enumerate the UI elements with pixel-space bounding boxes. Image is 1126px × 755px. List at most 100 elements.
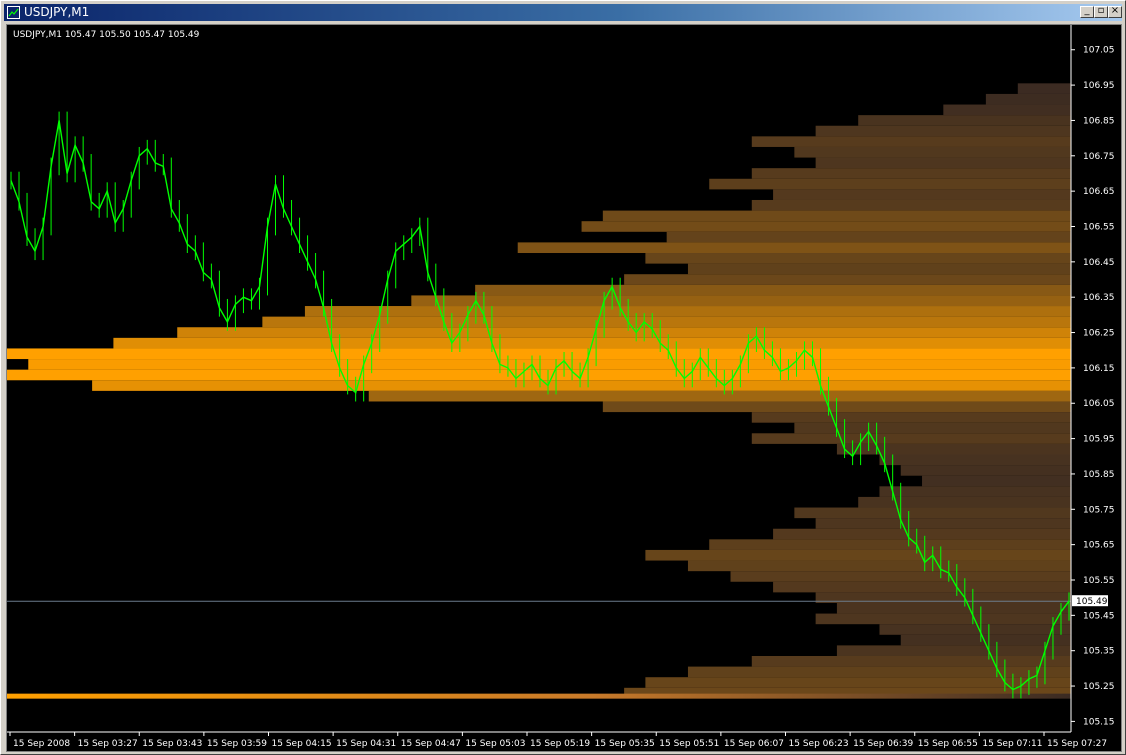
profile-bar bbox=[1017, 83, 1071, 94]
profile-bar bbox=[794, 146, 1071, 158]
profile-bar bbox=[794, 507, 1071, 519]
time-tick-label: 15 Sep 06:23 bbox=[789, 739, 849, 749]
price-tick-label: 105.45 bbox=[1083, 611, 1115, 621]
profile-bar bbox=[836, 602, 1071, 614]
profile-bar bbox=[581, 221, 1071, 232]
time-tick-label: 15 Sep 06:39 bbox=[853, 739, 913, 749]
profile-bar bbox=[922, 475, 1071, 487]
price-chart[interactable]: 107.05 106.95 106.85 106.75 106.65 106.55 106.… bbox=[7, 25, 1121, 751]
price-tick-label: 106.75 bbox=[1083, 152, 1115, 162]
profile-bar bbox=[879, 486, 1071, 497]
profile-bar bbox=[687, 560, 1071, 572]
profile-bar bbox=[645, 549, 1071, 561]
time-tick-label: 15 Sep 05:51 bbox=[659, 739, 719, 749]
profile-bar bbox=[709, 178, 1071, 190]
profile-bar bbox=[517, 242, 1071, 254]
title-bar[interactable]: USDJPY,M1 _ ▫ × bbox=[4, 4, 1122, 21]
profile-bar bbox=[879, 624, 1071, 635]
session-bar bbox=[7, 693, 1071, 699]
profile-bar bbox=[943, 104, 1071, 116]
profile-bar bbox=[815, 125, 1071, 137]
chart-info-line: USDJPY,M1 105.47 105.50 105.47 105.49 bbox=[13, 30, 200, 40]
price-tick-label: 105.35 bbox=[1083, 647, 1115, 657]
profile-bar bbox=[28, 359, 1071, 370]
time-tick-label: 15 Sep 06:07 bbox=[724, 739, 784, 749]
profile-bar bbox=[879, 454, 1071, 466]
profile-bar bbox=[900, 465, 1071, 476]
restore-icon: ▫ bbox=[1097, 5, 1105, 16]
price-tick-label: 106.65 bbox=[1083, 187, 1115, 197]
profile-bar bbox=[773, 528, 1071, 540]
profile-bar bbox=[858, 115, 1071, 126]
profile-bar bbox=[836, 443, 1071, 455]
price-tick-label: 105.95 bbox=[1083, 435, 1115, 445]
time-tick-label: 15 Sep 05:35 bbox=[595, 739, 655, 749]
profile-bar bbox=[645, 677, 1071, 688]
profile-bar bbox=[262, 316, 1071, 328]
profile-bar bbox=[858, 496, 1071, 508]
price-tick-label: 106.25 bbox=[1083, 329, 1115, 339]
maximize-button[interactable]: ▫ bbox=[1094, 5, 1108, 18]
profile-bar bbox=[411, 295, 1071, 307]
profile-bar bbox=[751, 199, 1071, 211]
price-tick-label: 106.85 bbox=[1083, 116, 1115, 126]
price-tick-label: 107.05 bbox=[1083, 46, 1115, 56]
price-tick-label: 105.55 bbox=[1083, 576, 1115, 586]
profile-bar bbox=[773, 581, 1071, 593]
profile-bar bbox=[304, 306, 1071, 317]
time-tick-label: 15 Sep 03:43 bbox=[142, 739, 202, 749]
minimize-button[interactable]: _ bbox=[1080, 5, 1094, 18]
price-tick-label: 105.65 bbox=[1083, 541, 1115, 551]
time-tick-label: 15 Sep 07:27 bbox=[1047, 739, 1107, 749]
time-tick-label: 15 Sep 04:31 bbox=[336, 739, 396, 749]
time-tick-label: 15 Sep 04:15 bbox=[272, 739, 332, 749]
profile-bar bbox=[709, 539, 1071, 550]
minimize-icon: _ bbox=[1084, 5, 1090, 16]
profile-bar bbox=[751, 433, 1071, 444]
profile-bar bbox=[815, 518, 1071, 529]
profile-bar bbox=[751, 655, 1071, 667]
profile-bar bbox=[602, 210, 1071, 222]
profile-bar bbox=[177, 327, 1072, 338]
time-tick-label: 15 Sep 04:47 bbox=[401, 739, 461, 749]
profile-bar bbox=[773, 189, 1071, 200]
close-button[interactable]: × bbox=[1108, 5, 1122, 18]
price-tick-label: 105.15 bbox=[1083, 717, 1115, 727]
profile-bar bbox=[7, 348, 1071, 360]
profile-bar bbox=[666, 231, 1071, 243]
current-price-badge: 105.49 bbox=[1072, 595, 1108, 607]
price-tick-label: 106.05 bbox=[1083, 399, 1115, 409]
profile-bar bbox=[645, 253, 1071, 264]
window-title: USDJPY,M1 bbox=[24, 5, 90, 19]
profile-bar bbox=[815, 613, 1071, 625]
time-tick-label: 15 Sep 05:19 bbox=[530, 739, 590, 749]
time-axis: 15 Sep 2008 15 Sep 03:27 15 Sep 03:43 15 Se… bbox=[9, 732, 1107, 749]
profile-bar bbox=[751, 136, 1071, 147]
chart-window: USDJPY,M1 _ ▫ × 107.05 106.95 106.85 106.75… bbox=[0, 0, 1126, 755]
price-tick-label: 105.25 bbox=[1083, 682, 1115, 692]
time-tick-label: 15 Sep 03:59 bbox=[207, 739, 267, 749]
current-price-label: 105.49 bbox=[1076, 597, 1108, 607]
profile-bar bbox=[7, 369, 1071, 381]
volume-profile bbox=[7, 83, 1072, 699]
profile-bar bbox=[836, 645, 1071, 656]
price-tick-label: 106.95 bbox=[1083, 81, 1115, 91]
price-tick-label: 105.85 bbox=[1083, 470, 1115, 480]
time-tick-label: 15 Sep 03:27 bbox=[78, 739, 138, 749]
time-tick-label: 15 Sep 06:55 bbox=[918, 739, 978, 749]
chart-area[interactable]: 107.05 106.95 106.85 106.75 106.65 106.55 106.… bbox=[6, 24, 1122, 752]
price-axis: 107.05 106.95 106.85 106.75 106.65 106.55 106.… bbox=[1071, 46, 1115, 727]
profile-bar bbox=[730, 571, 1071, 582]
profile-bar bbox=[751, 168, 1071, 179]
profile-bar bbox=[687, 666, 1071, 678]
profile-bar bbox=[624, 274, 1071, 285]
profile-bar bbox=[368, 390, 1071, 402]
time-tick-label: 15 Sep 07:11 bbox=[982, 739, 1042, 749]
profile-bar bbox=[985, 93, 1071, 105]
price-tick-label: 106.45 bbox=[1083, 258, 1115, 268]
time-tick-label: 15 Sep 05:03 bbox=[465, 739, 525, 749]
profile-bar bbox=[815, 157, 1071, 169]
price-tick-label: 106.55 bbox=[1083, 222, 1115, 232]
close-icon: × bbox=[1110, 5, 1120, 16]
profile-bar bbox=[687, 263, 1071, 275]
